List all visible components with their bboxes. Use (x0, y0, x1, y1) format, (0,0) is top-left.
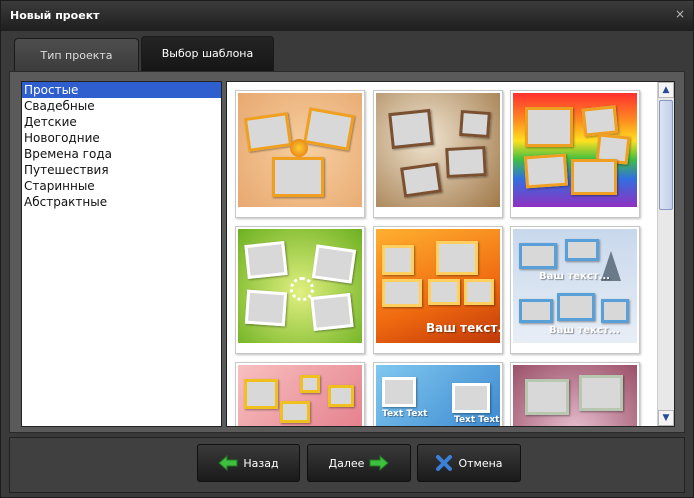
template-overlay-text: Text Text (382, 409, 428, 419)
photo-frame (525, 107, 573, 147)
photo-frame (464, 279, 494, 305)
photo-frame (272, 157, 324, 197)
template-thumb[interactable] (373, 90, 503, 218)
spiral-icon (290, 277, 314, 301)
photo-frame (452, 383, 490, 413)
template-preview (513, 93, 637, 207)
button-bar: Назад Далее Отмена (9, 437, 685, 493)
template-preview (238, 229, 362, 343)
template-preview (238, 93, 362, 207)
template-preview: Ваш текст... Ваш текст... (513, 229, 637, 343)
photo-frame (523, 153, 569, 189)
photo-frame (565, 239, 599, 261)
photo-frame (428, 279, 460, 305)
photo-frame (581, 105, 619, 137)
template-preview (376, 93, 500, 207)
next-button-label: Далее (328, 456, 365, 470)
tab-template-choice[interactable]: Выбор шаблона (141, 36, 274, 71)
right-arrow-icon (369, 455, 390, 471)
photo-frame (280, 401, 310, 423)
photo-frame (571, 159, 617, 195)
photo-frame (525, 379, 569, 415)
template-thumb[interactable]: Text Text Text Text (373, 362, 503, 426)
template-overlay-text: Ваш текст... (549, 325, 620, 336)
back-button-label: Назад (243, 456, 279, 470)
template-preview: Ваш текст... (376, 229, 500, 343)
template-thumb[interactable] (235, 362, 365, 426)
cancel-button-label: Отмена (458, 456, 503, 470)
photo-frame (459, 109, 491, 139)
photo-frame (303, 107, 355, 151)
category-item-travel[interactable]: Путешествия (22, 162, 221, 178)
template-overlay-text: Text Text (454, 415, 500, 425)
photo-frame (557, 293, 595, 321)
template-overlay-text: Ваш текст... (539, 271, 610, 282)
scroll-up-icon[interactable]: ▲ (658, 82, 674, 98)
template-thumb[interactable] (510, 362, 640, 426)
category-list[interactable]: Простые Свадебные Детские Новогодние Вре… (21, 81, 222, 427)
photo-frame (382, 245, 414, 275)
category-item-seasons[interactable]: Времена года (22, 146, 221, 162)
template-overlay-text: Ваш текст... (426, 321, 500, 335)
category-item-vintage[interactable]: Старинные (22, 178, 221, 194)
template-preview: Text Text Text Text (376, 365, 500, 426)
photo-frame (388, 108, 434, 150)
photo-frame (311, 244, 357, 284)
photo-frame (243, 112, 293, 152)
new-project-dialog: Новый проект × Тип проекта Выбор шаблона… (0, 0, 694, 498)
photo-frame (244, 379, 278, 409)
left-arrow-icon (218, 455, 238, 471)
photo-frame (310, 293, 354, 331)
category-item-simple[interactable]: Простые (22, 82, 221, 98)
category-item-wedding[interactable]: Свадебные (22, 98, 221, 114)
cancel-button[interactable]: Отмена (417, 444, 521, 482)
scroll-down-icon[interactable]: ▼ (658, 410, 674, 426)
photo-frame (244, 241, 288, 279)
tab-project-type[interactable]: Тип проекта (14, 38, 139, 71)
content-panel: Простые Свадебные Детские Новогодние Вре… (9, 71, 685, 433)
sun-icon (290, 139, 308, 157)
gallery-scrollbar[interactable]: ▲ ▼ (657, 82, 674, 426)
x-icon (436, 455, 453, 471)
photo-frame (382, 279, 422, 307)
photo-frame (519, 299, 553, 323)
template-preview (513, 365, 637, 426)
photo-frame (382, 377, 416, 407)
template-thumb[interactable] (510, 90, 640, 218)
category-item-new-year[interactable]: Новогодние (22, 130, 221, 146)
category-item-abstract[interactable]: Абстрактные (22, 194, 221, 210)
photo-frame (519, 243, 557, 269)
back-button[interactable]: Назад (197, 444, 300, 482)
template-thumb[interactable] (235, 226, 365, 354)
photo-frame (601, 299, 629, 323)
photo-frame (445, 145, 487, 179)
photo-frame (244, 289, 288, 327)
photo-frame (328, 385, 354, 407)
template-thumb[interactable]: Ваш текст... (373, 226, 503, 354)
next-button[interactable]: Далее (307, 444, 411, 482)
template-preview (238, 365, 362, 426)
close-icon[interactable]: × (675, 7, 685, 21)
template-gallery: Ваш текст... Ваш текст... Ваш текст... (226, 81, 675, 427)
photo-frame (300, 375, 320, 393)
photo-frame (436, 241, 478, 275)
category-item-kids[interactable]: Детские (22, 114, 221, 130)
window-title: Новый проект (10, 9, 100, 22)
title-bar: Новый проект × (1, 1, 693, 31)
template-thumb[interactable] (235, 90, 365, 218)
photo-frame (579, 375, 623, 411)
scrollbar-thumb[interactable] (659, 100, 673, 210)
photo-frame (400, 162, 442, 198)
template-thumb[interactable]: Ваш текст... Ваш текст... (510, 226, 640, 354)
